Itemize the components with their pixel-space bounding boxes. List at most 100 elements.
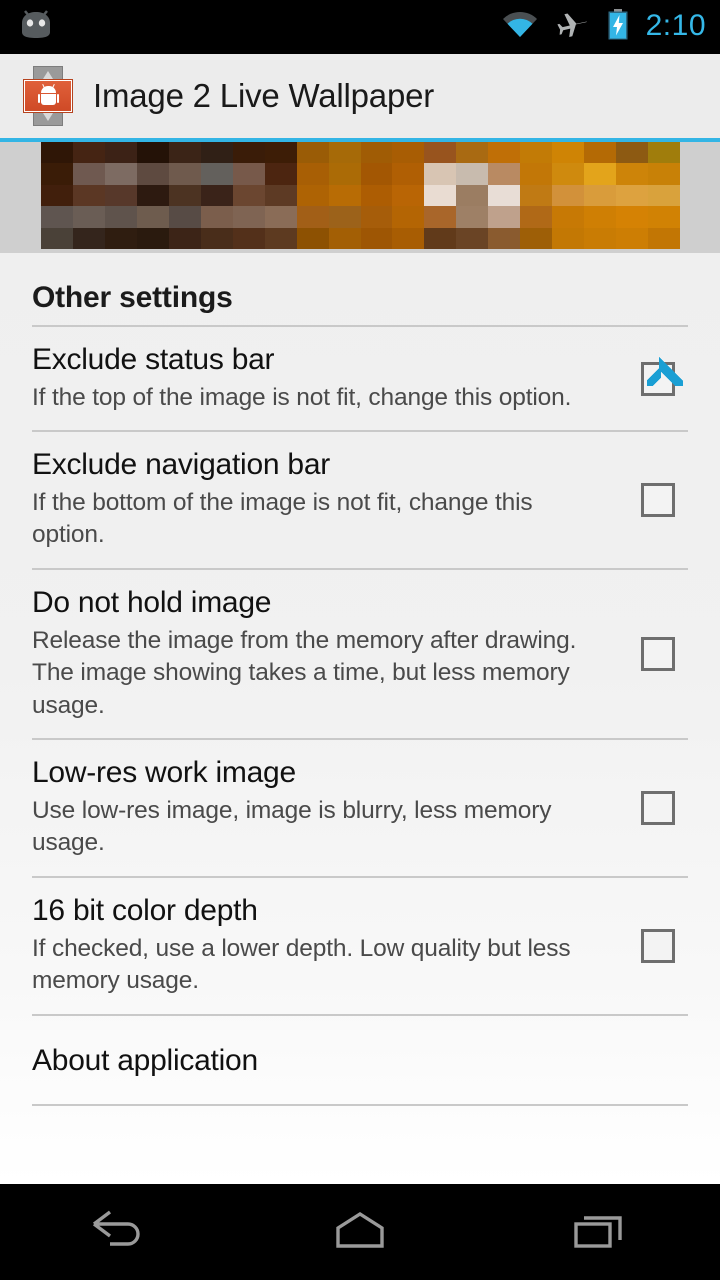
preview-pixel: [360, 184, 393, 207]
preview-pixel: [392, 142, 425, 164]
preview-pixel: [520, 227, 553, 249]
back-button[interactable]: [40, 1184, 200, 1280]
preview-pixel: [552, 227, 585, 249]
checkbox-container[interactable]: [628, 483, 688, 518]
preview-pixel: [232, 142, 265, 164]
preference-row-16-bit-color-depth[interactable]: 16 bit color depth If checked, use a lowe…: [0, 878, 720, 1014]
preview-pixel: [456, 206, 489, 228]
home-icon: [328, 1206, 392, 1259]
checkbox-container[interactable]: [628, 928, 688, 963]
preview-pixel: [296, 142, 329, 164]
preference-row-do-not-hold-image[interactable]: Do not hold image Release the image from …: [0, 570, 720, 738]
preference-title: Exclude status bar: [32, 343, 275, 376]
checkbox-unchecked-icon[interactable]: [641, 791, 675, 826]
settings-list: Other settings Exclude status bar If the …: [0, 253, 720, 1184]
preview-pixel: [520, 142, 553, 164]
preview-pixel: [648, 163, 680, 185]
preview-pixel: [72, 206, 105, 228]
status-bar-system-icons: 2:10: [501, 8, 706, 46]
preview-pixel: [520, 163, 553, 185]
status-bar: 2:10: [0, 0, 720, 54]
preference-text: Do not hold image Release the image from …: [32, 586, 628, 722]
about-application-item[interactable]: About application: [0, 1016, 720, 1104]
preview-pixel: [328, 227, 361, 249]
preview-pixel: [328, 184, 361, 207]
checkbox-unchecked-icon[interactable]: [641, 637, 675, 672]
preview-pixel: [200, 227, 233, 249]
preview-pixel: [41, 227, 73, 249]
preference-title: Exclude navigation bar: [32, 448, 331, 482]
preview-pixel: [328, 206, 361, 228]
checkbox-container[interactable]: [628, 637, 688, 672]
preview-pixel: [296, 163, 329, 185]
preview-pixel: [136, 227, 169, 249]
preference-summary: Use low-res image, image is blurry, less…: [32, 796, 552, 857]
preference-summary: If the top of the image is not fit, chan…: [32, 383, 572, 411]
android-head-icon: [18, 9, 54, 45]
preference-text: Exclude status bar If the top of the imag…: [32, 343, 628, 414]
preview-pixel: [392, 227, 425, 249]
preview-pixel: [104, 163, 137, 185]
preference-text: Exclude navigation bar If the bottom of t…: [32, 448, 628, 552]
preview-pixel: [520, 184, 553, 207]
preview-pixel: [648, 227, 680, 249]
preference-summary: If checked, use a lower depth. Low quali…: [32, 934, 571, 995]
about-divider: [32, 1103, 688, 1106]
preview-pixel: [552, 163, 585, 185]
preview-pixel: [136, 184, 169, 207]
arrow-down-icon: [43, 113, 53, 121]
preview-pixel: [168, 184, 201, 207]
checkbox-unchecked-icon[interactable]: [641, 928, 675, 963]
preview-pixel: [104, 206, 137, 228]
preference-row-exclude-status-bar[interactable]: Exclude status bar If the top of the imag…: [0, 327, 720, 430]
android-robot-icon: [37, 83, 59, 106]
preview-pixel: [488, 184, 521, 207]
preview-pixel: [296, 206, 329, 228]
preview-pixel: [41, 163, 73, 185]
preference-title: Low-res work image: [32, 756, 296, 790]
preview-pixel: [232, 206, 265, 228]
preview-pixel: [264, 227, 297, 249]
preference-row-low-res-work-image[interactable]: Low-res work image Use low-res image, ima…: [0, 740, 720, 876]
preview-pixel: [392, 206, 425, 228]
preview-pixel: [360, 142, 393, 164]
wallpaper-preview-thumbnail[interactable]: [0, 142, 720, 253]
preview-pixel: [136, 163, 169, 185]
preview-pixel: [648, 206, 680, 228]
checkbox-container[interactable]: [628, 355, 688, 396]
preview-pixel: [552, 142, 585, 164]
preview-pixel: [264, 206, 297, 228]
page-title: Image 2 Live Wallpaper: [93, 77, 435, 114]
preview-pixel: [168, 206, 201, 228]
preview-pixel: [552, 184, 585, 207]
preference-row-exclude-navigation-bar[interactable]: Exclude navigation bar If the bottom of t…: [0, 432, 720, 568]
image-2-live-wallpaper-icon: [24, 66, 72, 126]
preview-pixel: [616, 184, 649, 207]
preview-pixel: [72, 142, 105, 164]
action-bar: Image 2 Live Wallpaper: [0, 54, 720, 138]
preview-pixel: [392, 184, 425, 207]
preview-pixel: [584, 227, 617, 249]
preview-pixel: [296, 184, 329, 207]
preview-pixel: [168, 142, 201, 164]
navigation-bar: [0, 1184, 720, 1280]
checkbox-checked-icon[interactable]: [641, 355, 683, 396]
checkbox-unchecked-icon[interactable]: [641, 483, 675, 518]
preview-pixel: [424, 206, 457, 228]
preview-pixel: [41, 206, 73, 228]
preview-pixel: [104, 142, 137, 164]
home-button[interactable]: [280, 1184, 440, 1280]
preview-pixel: [264, 163, 297, 185]
recents-button[interactable]: [520, 1184, 680, 1280]
preview-pixel: [424, 163, 457, 185]
preference-title: Do not hold image: [32, 585, 272, 619]
preview-pixel: [104, 184, 137, 207]
preview-pixel: [584, 163, 617, 185]
preference-text: Low-res work image Use low-res image, ima…: [32, 756, 628, 860]
preview-pixel: [648, 142, 680, 164]
preview-pixel: [168, 163, 201, 185]
checkbox-container[interactable]: [628, 791, 688, 826]
preview-pixel: [616, 163, 649, 185]
preview-pixel: [328, 142, 361, 164]
preview-pixel: [488, 163, 521, 185]
